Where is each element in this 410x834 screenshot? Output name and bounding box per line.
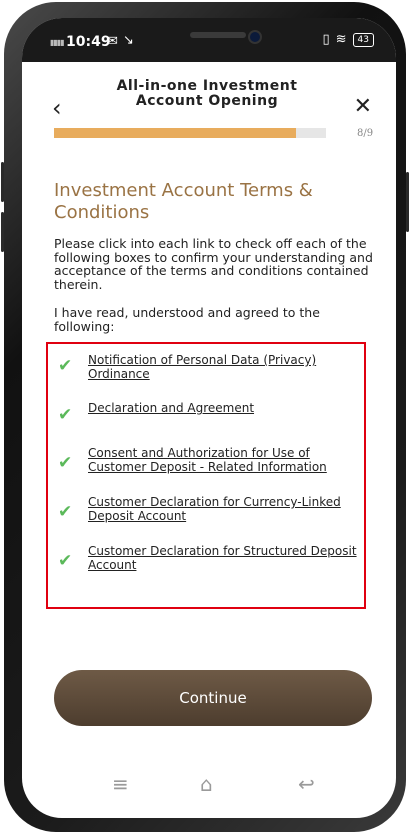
agreement-text: I have read, understood and agreed to th…	[54, 305, 320, 334]
close-button[interactable]: ✕	[354, 94, 372, 119]
battery-icon: 43	[352, 32, 374, 47]
menu-icon[interactable]: ≡	[112, 772, 129, 796]
progress-fill	[54, 128, 297, 138]
system-nav-bar: ≡ ⌂ ↩	[22, 772, 396, 802]
signal-icon: ▮▮▮▮	[50, 38, 65, 47]
volume-button	[1, 162, 4, 202]
terms-link[interactable]: Customer Declaration for Currency-Linked…	[88, 495, 366, 523]
screen: ▮▮▮▮ 10:49 ✉ ↘ ▯ ≋ 43 ‹ All-in-one Inves…	[22, 18, 396, 818]
check-icon: ✔	[58, 453, 73, 473]
check-icon: ✔	[58, 356, 73, 376]
direction-icon: ↘	[123, 33, 134, 48]
status-icons: ▯ ≋ 43	[322, 32, 374, 47]
terms-link[interactable]: Customer Declaration for Structured Depo…	[88, 544, 366, 572]
home-icon[interactable]: ⌂	[200, 772, 213, 796]
back-button[interactable]: ‹	[52, 94, 62, 122]
section-heading: Investment Account Terms & Conditions	[54, 180, 313, 223]
check-icon: ✔	[58, 551, 73, 571]
terms-link[interactable]: Notification of Personal Data (Privacy) …	[88, 353, 366, 381]
message-icon: ✉	[107, 34, 118, 49]
continue-button[interactable]: Continue	[54, 670, 372, 726]
wifi-icon: ≋	[335, 32, 347, 47]
terms-list: ✔ Notification of Personal Data (Privacy…	[46, 342, 366, 609]
step-indicator: 8/9	[357, 128, 374, 139]
power-button	[406, 172, 409, 232]
volume-button	[1, 212, 4, 252]
status-time: 10:49	[66, 34, 111, 50]
progress-bar	[54, 128, 326, 138]
phone-frame: ▮▮▮▮ 10:49 ✉ ↘ ▯ ≋ 43 ‹ All-in-one Inves…	[1, 2, 409, 832]
return-icon[interactable]: ↩	[298, 772, 315, 796]
speaker-grille	[190, 32, 246, 38]
terms-link[interactable]: Declaration and Agreement	[88, 401, 366, 416]
page-title: All-in-one Investment Account Opening	[116, 78, 298, 109]
status-bar: ▮▮▮▮ 10:49 ✉ ↘ ▯ ≋ 43	[22, 18, 396, 62]
check-icon: ✔	[58, 405, 73, 425]
vibrate-icon: ▯	[322, 32, 330, 47]
front-camera	[248, 30, 262, 44]
terms-link[interactable]: Consent and Authorization for Use of Cus…	[88, 446, 366, 474]
check-icon: ✔	[58, 502, 73, 522]
instructions-text: Please click into each link to check off…	[54, 236, 373, 292]
